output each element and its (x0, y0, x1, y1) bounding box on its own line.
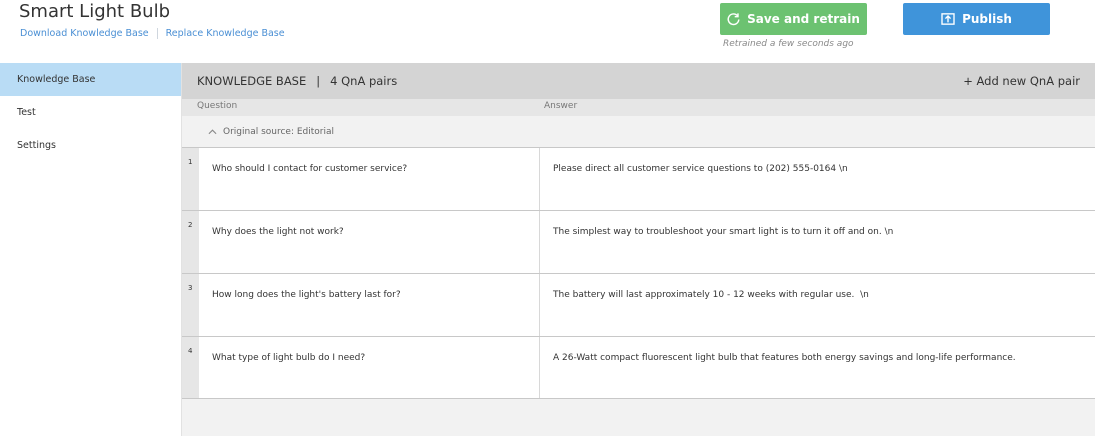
table-row: 1 Who should I contact for customer serv… (182, 147, 1095, 210)
answer-cell[interactable]: The battery will last approximately 10 -… (553, 290, 869, 300)
kb-toolbar: KNOWLEDGE BASE | 4 QnA pairs + Add new QnA… (182, 63, 1095, 99)
header-links: Download Knowledge Base Replace Knowledg… (20, 28, 285, 39)
column-header-answer: Answer (544, 101, 578, 111)
column-header-question: Question (197, 101, 238, 111)
question-cell[interactable]: What type of light bulb do I need? (212, 353, 365, 363)
row-number: 3 (182, 274, 199, 336)
cell-divider (539, 148, 540, 210)
sidebar-item-knowledge-base[interactable]: Knowledge Base (0, 63, 181, 96)
kb-pair-count: 4 QnA pairs (330, 74, 398, 88)
row-number: 2 (182, 211, 199, 273)
kb-title: KNOWLEDGE BASE (197, 74, 307, 88)
sidebar-item-settings[interactable]: Settings (0, 129, 181, 162)
qna-table: 1 Who should I contact for customer serv… (182, 147, 1095, 399)
chevron-up-icon (208, 128, 217, 134)
retrained-status: Retrained a few seconds ago (723, 39, 854, 49)
save-retrain-label: Save and retrain (747, 12, 860, 26)
answer-cell[interactable]: Please direct all customer service quest… (553, 164, 848, 174)
refresh-icon (727, 12, 740, 25)
table-row: 4 What type of light bulb do I need? A 2… (182, 336, 1095, 399)
link-separator (156, 28, 158, 39)
publish-label: Publish (962, 12, 1012, 26)
save-retrain-button[interactable]: Save and retrain (720, 3, 867, 35)
table-row: 2 Why does the light not work? The simpl… (182, 210, 1095, 273)
cell-divider (539, 274, 540, 336)
question-cell[interactable]: Why does the light not work? (212, 227, 344, 237)
answer-cell[interactable]: A 26-Watt compact fluorescent light bulb… (553, 353, 1016, 363)
add-qna-pair-button[interactable]: + Add new QnA pair (963, 74, 1080, 88)
app-header: Smart Light Bulb Download Knowledge Base… (0, 0, 1095, 63)
question-cell[interactable]: Who should I contact for customer servic… (212, 164, 407, 174)
source-label: Original source: Editorial (223, 126, 335, 137)
sidebar: Knowledge Base Test Settings (0, 63, 182, 436)
cell-divider (539, 211, 540, 273)
kb-heading: KNOWLEDGE BASE | 4 QnA pairs (197, 74, 397, 88)
cell-divider (539, 337, 540, 398)
table-row: 3 How long does the light's battery last… (182, 273, 1095, 336)
row-number: 1 (182, 148, 199, 210)
source-group-toggle[interactable]: Original source: Editorial (182, 116, 1095, 147)
answer-cell[interactable]: The simplest way to troubleshoot your sm… (553, 227, 893, 237)
download-kb-link[interactable]: Download Knowledge Base (20, 28, 149, 39)
publish-button[interactable]: Publish (903, 3, 1050, 35)
kb-title-divider: | (316, 74, 321, 88)
table-header: Question Answer (182, 99, 1095, 116)
row-number: 4 (182, 337, 199, 398)
replace-kb-link[interactable]: Replace Knowledge Base (166, 28, 285, 39)
publish-upload-icon (941, 13, 955, 25)
main-content: KNOWLEDGE BASE | 4 QnA pairs + Add new QnA… (182, 63, 1095, 436)
question-cell[interactable]: How long does the light's battery last f… (212, 290, 401, 300)
sidebar-item-test[interactable]: Test (0, 96, 181, 129)
page-title: Smart Light Bulb (19, 1, 170, 22)
